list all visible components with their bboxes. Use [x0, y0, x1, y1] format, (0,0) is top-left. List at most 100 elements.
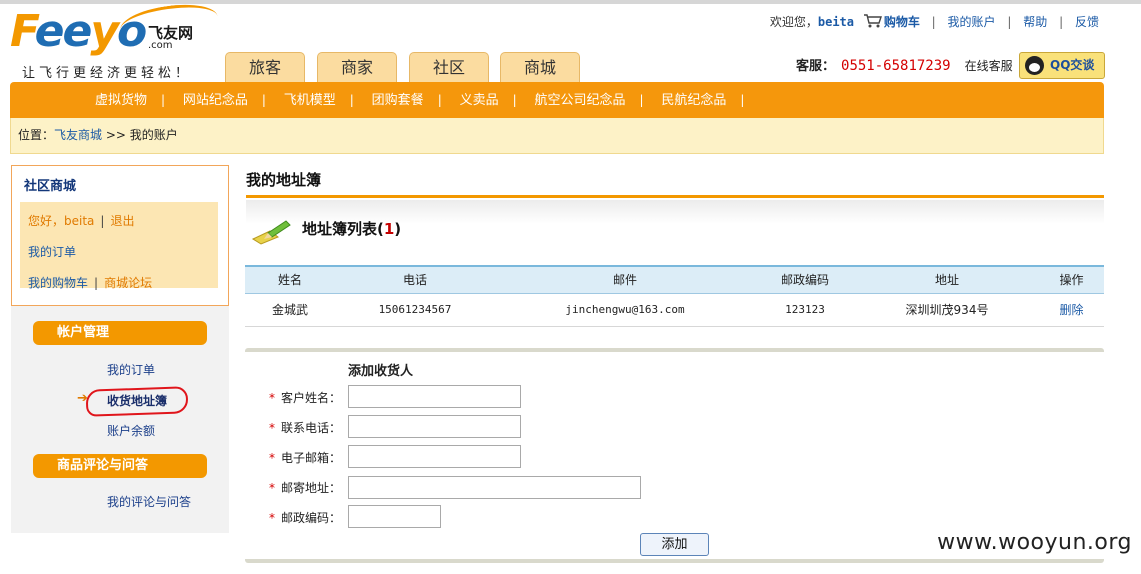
- form-title: 添加收货人: [348, 364, 414, 379]
- qq-chat-label: QQ交谈: [1050, 58, 1095, 72]
- label-customer-name: 客户姓名：: [281, 391, 342, 405]
- cell-zip: 123123: [755, 293, 855, 327]
- service-phone: 0551-65817239: [841, 58, 951, 74]
- reviews-header: 商品评论与问答: [33, 454, 207, 478]
- required-marker: *: [269, 481, 275, 495]
- required-marker: *: [269, 421, 275, 435]
- menu-item-group-buy[interactable]: 团购套餐: [372, 93, 424, 108]
- sidebar-my-cart-link[interactable]: 我的购物车: [28, 276, 88, 290]
- divider: |: [261, 93, 266, 107]
- cell-action: 删除: [1039, 293, 1104, 327]
- community-mall-box: 社区商城 您好，beita | 退出 我的订单 我的购物车 | 商城论坛: [11, 165, 229, 306]
- customer-service: 客服： 0551-65817239 在线客服: [796, 55, 1013, 74]
- watermark: www.wooyun.org: [937, 530, 1132, 555]
- tab-merchant[interactable]: 商家: [317, 52, 397, 83]
- divider: |: [161, 93, 166, 107]
- table-row: 金城武 15061234567 jinchengwu@163.com 12312…: [245, 293, 1104, 327]
- address-list-title-text: 地址簿列表(: [302, 220, 384, 238]
- sidebar-item-my-orders[interactable]: 我的订单: [107, 361, 155, 378]
- email-input[interactable]: [348, 445, 521, 468]
- my-account-link[interactable]: 我的账户: [948, 15, 996, 29]
- sidebar-my-orders-link[interactable]: 我的订单: [28, 245, 76, 259]
- divider: |: [349, 93, 354, 107]
- address-table: 姓名 电话 邮件 邮政编码 地址 操作 金城武 15061234567 jinc…: [245, 265, 1104, 327]
- breadcrumb: 位置：飞友商城 >> 我的账户: [10, 118, 1104, 154]
- label-phone: 联系电话：: [281, 421, 342, 435]
- breadcrumb-current: 我的账户: [129, 128, 178, 142]
- col-phone: 电话: [335, 265, 495, 294]
- cell-email: jinchengwu@163.com: [495, 293, 755, 327]
- zip-input[interactable]: [348, 505, 441, 528]
- table-header-row: 姓名 电话 邮件 邮政编码 地址 操作: [245, 265, 1104, 294]
- divider: |: [1059, 15, 1064, 29]
- cell-phone: 15061234567: [335, 293, 495, 327]
- menu-item-charity-sale[interactable]: 义卖品: [460, 93, 499, 108]
- label-zip: 邮政编码：: [281, 511, 342, 525]
- col-name: 姓名: [245, 265, 335, 294]
- pencil-icon: [251, 220, 291, 245]
- breadcrumb-separator: >>: [105, 128, 126, 142]
- divider: |: [1007, 15, 1012, 29]
- cart-forum-row: 我的购物车 | 商城论坛: [28, 274, 152, 291]
- col-address: 地址: [855, 265, 1039, 294]
- required-marker: *: [269, 511, 275, 525]
- divider: |: [437, 93, 442, 107]
- top-border: [0, 0, 1141, 4]
- delete-link[interactable]: 删除: [1059, 303, 1083, 317]
- address-list-title-end: ): [394, 220, 402, 238]
- address-count: 1: [383, 220, 395, 238]
- top-links: 欢迎您，beita 购物车 | 我的账户 | 帮助 | 反馈: [770, 13, 1099, 30]
- greeting-text: 您好，beita: [28, 214, 95, 228]
- menu-item-airline-souvenirs[interactable]: 航空公司纪念品: [534, 93, 625, 108]
- logout-link[interactable]: 退出: [110, 214, 134, 228]
- title-underline: [246, 195, 1104, 198]
- qq-icon: [1025, 56, 1044, 75]
- red-annotation-circle: [85, 386, 189, 417]
- breadcrumb-home[interactable]: 飞友商城: [54, 128, 102, 142]
- sidebar-item-my-reviews[interactable]: 我的评论与问答: [107, 493, 191, 510]
- qq-chat-button[interactable]: QQ交谈: [1019, 52, 1105, 79]
- sidebar-item-balance[interactable]: 账户余额: [107, 422, 155, 439]
- field-row-email: * 电子邮箱：: [269, 449, 341, 466]
- tab-traveler[interactable]: 旅客: [225, 52, 305, 83]
- field-row-zip: * 邮政编码：: [269, 509, 341, 526]
- phone-input[interactable]: [348, 415, 521, 438]
- tab-community[interactable]: 社区: [409, 52, 489, 83]
- divider: |: [639, 93, 644, 107]
- cell-name: 金城武: [245, 293, 335, 327]
- slogan: 让飞行更经济更轻松！: [22, 66, 193, 81]
- cart-icon[interactable]: [863, 14, 882, 28]
- divider: |: [740, 93, 745, 107]
- online-service-label: 在线客服: [964, 59, 1013, 73]
- col-action: 操作: [1039, 265, 1104, 294]
- help-link[interactable]: 帮助: [1023, 15, 1047, 29]
- menu-item-aviation-souvenirs[interactable]: 民航纪念品: [661, 93, 726, 108]
- community-mall-title: 社区商城: [24, 179, 77, 194]
- address-input[interactable]: [348, 476, 641, 499]
- label-address: 邮寄地址：: [281, 481, 342, 495]
- service-label: 客服：: [796, 59, 836, 74]
- menu-item-souvenirs[interactable]: 网站纪念品: [183, 93, 248, 108]
- field-row-phone: * 联系电话：: [269, 419, 341, 436]
- divider: |: [931, 15, 936, 29]
- account-management-header: 帐户管理: [33, 321, 207, 345]
- col-email: 邮件: [495, 265, 755, 294]
- customer-name-input[interactable]: [348, 385, 521, 408]
- feedback-link[interactable]: 反馈: [1075, 15, 1099, 29]
- cart-link[interactable]: 购物车: [884, 15, 920, 29]
- add-button[interactable]: 添加: [640, 533, 709, 556]
- logo[interactable]: Feeyo: [10, 6, 147, 57]
- field-row-name: * 客户姓名：: [269, 389, 341, 406]
- label-email: 电子邮箱：: [281, 451, 342, 465]
- page-title: 我的地址簿: [246, 171, 322, 189]
- sidebar-forum-link[interactable]: 商城论坛: [104, 276, 152, 290]
- col-zip: 邮政编码: [755, 265, 855, 294]
- address-list-title: 地址簿列表(1): [302, 218, 401, 239]
- username[interactable]: beita: [818, 15, 854, 29]
- tab-mall[interactable]: 商城: [500, 52, 580, 83]
- divider: |: [512, 93, 517, 107]
- field-row-address: * 邮寄地址：: [269, 479, 341, 496]
- breadcrumb-prefix: 位置：: [18, 128, 55, 142]
- menu-item-virtual-goods[interactable]: 虚拟货物: [95, 93, 147, 108]
- menu-item-airplane-models[interactable]: 飞机模型: [284, 93, 336, 108]
